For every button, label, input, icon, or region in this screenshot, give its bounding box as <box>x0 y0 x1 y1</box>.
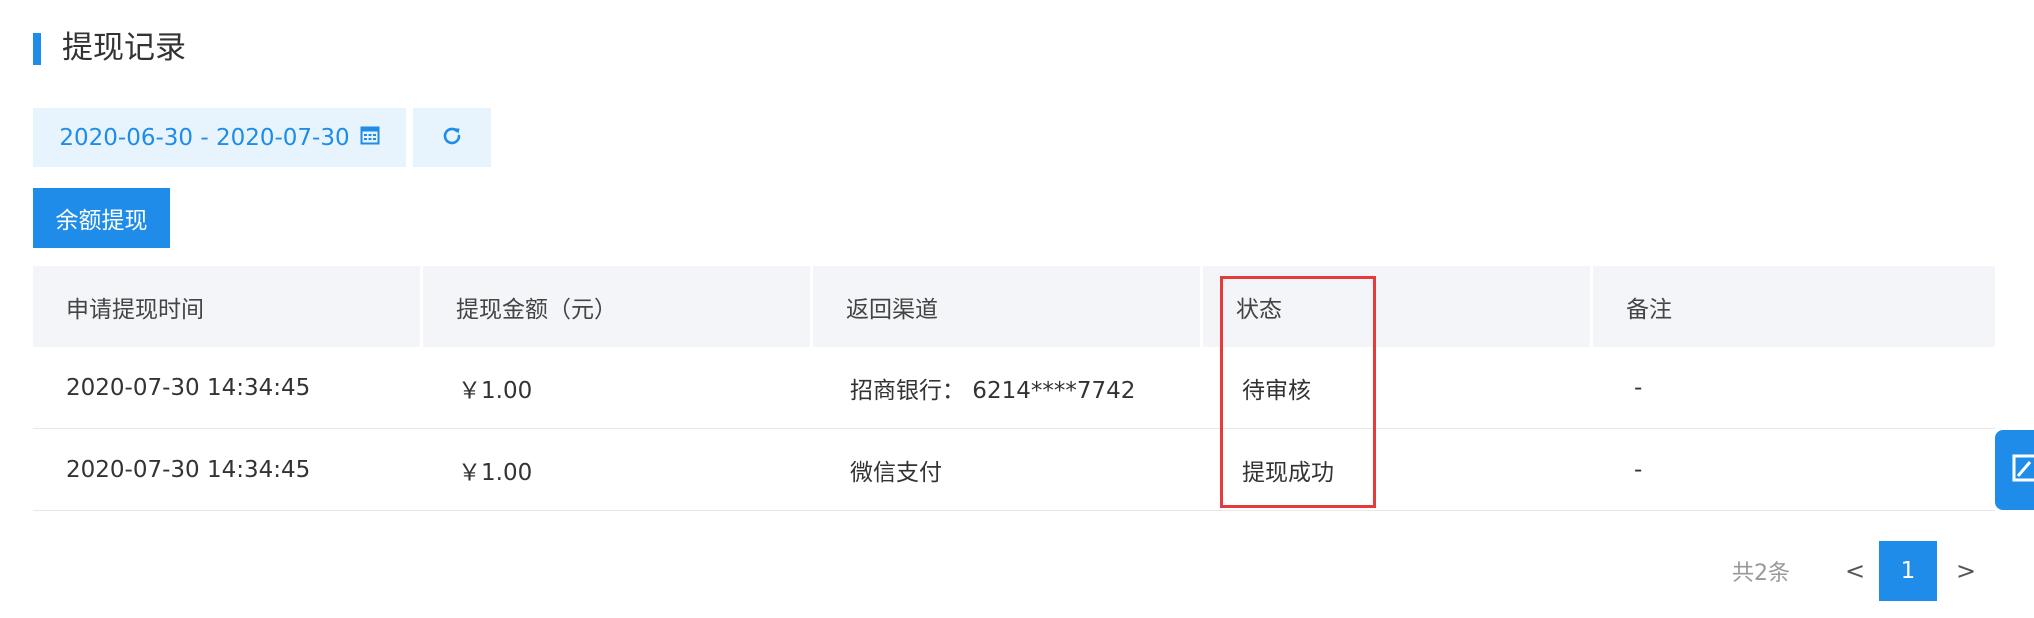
cell-apply-time: 2020-07-30 14:34:45 <box>66 374 311 401</box>
cell-status: 待审核 <box>1242 377 1311 404</box>
cell-amount: ￥1.00 <box>458 459 533 486</box>
table-row: 2020-07-30 14:34:45 ￥1.00 微信支付 提现成功 - <box>33 429 1995 511</box>
refresh-icon <box>440 124 464 152</box>
refresh-button[interactable] <box>413 108 491 167</box>
withdraw-balance-button[interactable]: 余额提现 <box>33 188 170 248</box>
date-range-text: 2020-06-30 - 2020-07-30 <box>59 124 350 151</box>
cell-amount: ￥1.00 <box>458 377 533 404</box>
pagination-current-page[interactable]: 1 <box>1879 541 1937 601</box>
pagination-next-button[interactable]: > <box>1946 541 1986 601</box>
column-header-status: 状态 <box>1203 266 1593 347</box>
cell-remark: - <box>1634 456 1643 483</box>
page-title: 提现记录 <box>62 30 186 66</box>
cell-apply-time: 2020-07-30 14:34:45 <box>66 456 311 483</box>
cell-remark: - <box>1634 374 1643 401</box>
title-accent-bar <box>33 33 41 65</box>
pagination-total: 共2条 <box>1732 561 1790 586</box>
date-range-picker[interactable]: 2020-06-30 - 2020-07-30 <box>33 108 406 167</box>
column-header-remark: 备注 <box>1626 296 1672 323</box>
cell-channel: 招商银行： 6214****7742 <box>850 377 1136 404</box>
column-header-apply-time: 申请提现时间 <box>33 266 423 347</box>
cell-status: 提现成功 <box>1242 459 1334 486</box>
column-header-amount: 提现金额（元） <box>423 266 813 347</box>
cell-channel: 微信支付 <box>850 459 942 486</box>
calendar-icon <box>360 125 380 151</box>
side-float-button[interactable] <box>1995 430 2034 510</box>
withdraw-records-table: 申请提现时间 提现金额（元） 返回渠道 状态 备注 2020-07-30 14:… <box>33 266 1995 511</box>
table-header: 申请提现时间 提现金额（元） 返回渠道 状态 备注 <box>33 266 1995 347</box>
pagination-prev-button[interactable]: < <box>1835 541 1875 601</box>
column-header-channel: 返回渠道 <box>813 266 1203 347</box>
edit-icon <box>2000 448 2034 492</box>
table-row: 2020-07-30 14:34:45 ￥1.00 招商银行： 6214****… <box>33 347 1995 429</box>
